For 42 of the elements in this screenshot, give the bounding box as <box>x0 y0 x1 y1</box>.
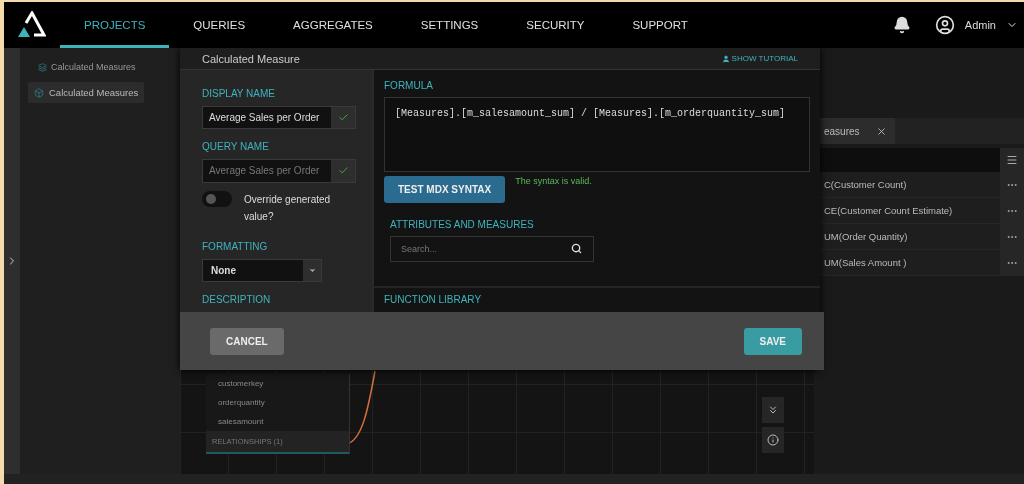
info-button[interactable] <box>762 427 784 453</box>
field-label: DESCRIPTION <box>202 294 272 305</box>
bell-icon[interactable] <box>892 16 911 34</box>
field-label: ATTRIBUTES AND MEASURES <box>390 219 535 230</box>
test-syntax-button[interactable]: TEST MDX SYNTAX <box>384 176 506 203</box>
tutorial-link[interactable]: SHOW TUTORIAL <box>721 54 798 63</box>
collapse-button[interactable] <box>762 397 784 423</box>
search-icon <box>571 243 582 254</box>
close-icon[interactable] <box>875 125 887 137</box>
field-name: customerkey <box>217 378 265 390</box>
toggle-switch[interactable] <box>202 190 232 207</box>
layers-icon <box>38 62 47 72</box>
nav-tab[interactable]: AGGREGATES <box>269 2 397 48</box>
user-name[interactable]: Admin <box>964 19 996 31</box>
section-label: FUNCTION LIBRARY <box>384 294 483 305</box>
sidebar-button[interactable]: Calculated Measures <box>28 82 145 103</box>
formula-field[interactable]: [Measures].[m_salesamount_sum] / [Measures].[m_orderquantity_sum] <box>384 97 810 172</box>
formatting-select[interactable]: None <box>202 258 322 282</box>
nav-tab[interactable]: SETTINGS <box>396 2 503 48</box>
user-icon[interactable] <box>934 15 955 35</box>
field-label: DISPLAY NAME <box>202 88 276 99</box>
syntax-message: The syntax is valid. <box>515 176 592 186</box>
nav-tab[interactable]: QUERIES <box>169 2 270 48</box>
cube-icon <box>34 87 44 98</box>
breadcrumb[interactable]: Calculated Measures <box>28 62 172 72</box>
logo-icon <box>16 11 46 39</box>
menu-icon <box>1006 154 1018 166</box>
field-name: salesamount <box>217 416 265 428</box>
cancel-button[interactable]: CANCEL <box>210 327 284 355</box>
field-label: FORMULA <box>384 80 434 91</box>
info-icon <box>767 434 779 446</box>
field-label: FORMATTING <box>202 240 269 252</box>
person-icon <box>721 54 730 63</box>
nav-tab[interactable]: SUPPORT <box>608 2 712 48</box>
nav-tab[interactable]: SECURITY <box>502 2 609 48</box>
search-field[interactable]: Search... <box>390 236 594 262</box>
dialog-title: Calculated Measure <box>202 52 300 65</box>
menu-button[interactable] <box>1000 148 1024 172</box>
toggle-label: Override generated value? <box>244 192 332 224</box>
field-label: QUERY NAME <box>202 141 270 153</box>
field-name: orderquantity <box>217 397 266 409</box>
chevrons-down-icon <box>767 404 779 416</box>
